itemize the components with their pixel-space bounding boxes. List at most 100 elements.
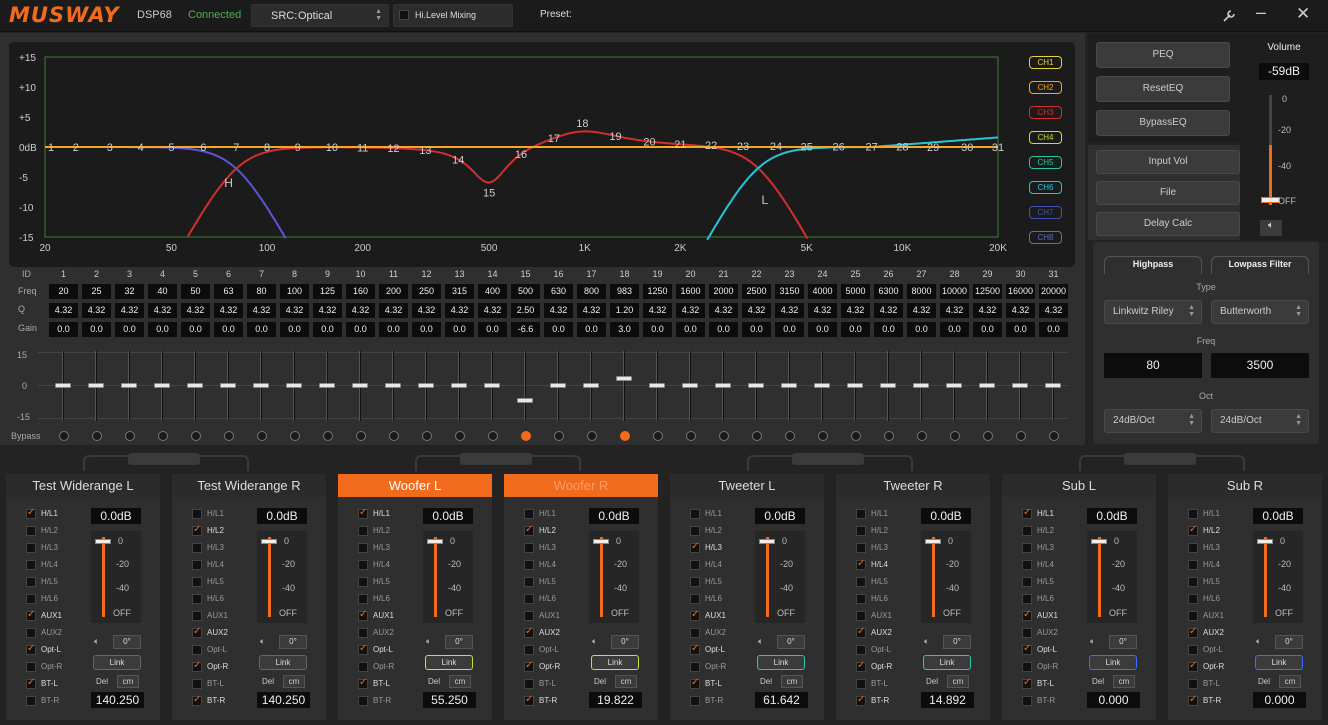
band-freq-input[interactable]: 5000 bbox=[841, 284, 870, 299]
channel-gain-value[interactable]: 0.0dB bbox=[921, 508, 971, 524]
channel-fader-knob[interactable] bbox=[759, 539, 775, 544]
band-marker[interactable]: 12 bbox=[387, 143, 399, 155]
band-slider-knob[interactable] bbox=[814, 383, 830, 388]
channel-fader-knob[interactable] bbox=[427, 539, 443, 544]
tab-lowpass[interactable]: Lowpass Filter bbox=[1211, 256, 1309, 274]
band-marker[interactable]: 19 bbox=[609, 131, 621, 143]
mute-speaker-icon[interactable]: 🔈︎ bbox=[1256, 636, 1272, 649]
band-slider-knob[interactable] bbox=[352, 383, 368, 388]
band-q-input[interactable]: 4.32 bbox=[676, 303, 705, 318]
band-slider-knob[interactable] bbox=[121, 383, 137, 388]
channel-button-ch1[interactable]: CH1 bbox=[1029, 56, 1062, 69]
band-slider-knob[interactable] bbox=[187, 383, 203, 388]
band-slider-knob[interactable] bbox=[1045, 383, 1061, 388]
phase-button[interactable]: 0° bbox=[1275, 635, 1303, 649]
phase-button[interactable]: 0° bbox=[445, 635, 473, 649]
reseteq-button[interactable]: ResetEQ bbox=[1096, 76, 1230, 102]
band-freq-input[interactable]: 160 bbox=[346, 284, 375, 299]
band-q-input[interactable]: 4.32 bbox=[1006, 303, 1035, 318]
band-q-input[interactable]: 4.32 bbox=[1039, 303, 1068, 318]
delay-unit-button[interactable]: cm bbox=[781, 675, 803, 688]
band-freq-input[interactable]: 32 bbox=[115, 284, 144, 299]
band-q-input[interactable]: 4.32 bbox=[874, 303, 903, 318]
channel-fader-track[interactable] bbox=[268, 537, 271, 617]
band-bypass-toggle[interactable] bbox=[950, 431, 960, 441]
band-slider-knob[interactable] bbox=[55, 383, 71, 388]
band-q-input[interactable]: 4.32 bbox=[742, 303, 771, 318]
band-gain-input[interactable]: 0.0 bbox=[247, 322, 276, 337]
band-gain-input[interactable]: 0.0 bbox=[544, 322, 573, 337]
link-button[interactable]: Link bbox=[923, 655, 971, 670]
lowpass-marker[interactable]: L bbox=[762, 193, 769, 207]
band-slider-knob[interactable] bbox=[253, 383, 269, 388]
band-marker[interactable]: 13 bbox=[419, 145, 431, 157]
band-slider-knob[interactable] bbox=[748, 383, 764, 388]
delay-unit-button[interactable]: cm bbox=[117, 675, 139, 688]
band-bypass-toggle[interactable] bbox=[686, 431, 696, 441]
band-slider-knob[interactable] bbox=[286, 383, 302, 388]
band-marker[interactable]: 24 bbox=[770, 141, 782, 153]
band-gain-input[interactable]: 0.0 bbox=[181, 322, 210, 337]
delay-value[interactable]: 0.000 bbox=[1253, 692, 1306, 708]
band-slider-knob[interactable] bbox=[451, 383, 467, 388]
channel-button-ch5[interactable]: CH5 bbox=[1029, 156, 1062, 169]
band-q-input[interactable]: 4.32 bbox=[214, 303, 243, 318]
band-bypass-toggle[interactable] bbox=[323, 431, 333, 441]
band-bypass-toggle[interactable] bbox=[851, 431, 861, 441]
band-gain-input[interactable]: 0.0 bbox=[577, 322, 606, 337]
delay-value[interactable]: 140.250 bbox=[91, 692, 144, 708]
channel-fader-track[interactable] bbox=[932, 537, 935, 617]
channel-fader-track[interactable] bbox=[766, 537, 769, 617]
link-button[interactable]: Link bbox=[1089, 655, 1137, 670]
band-freq-input[interactable]: 2500 bbox=[742, 284, 771, 299]
band-marker[interactable]: 30 bbox=[961, 142, 973, 154]
band-bypass-toggle[interactable] bbox=[92, 431, 102, 441]
band-q-input[interactable]: 1.20 bbox=[610, 303, 639, 318]
band-freq-input[interactable]: 100 bbox=[280, 284, 309, 299]
band-marker[interactable]: 3 bbox=[107, 142, 113, 154]
band-slider-knob[interactable] bbox=[847, 383, 863, 388]
band-bypass-toggle[interactable] bbox=[752, 431, 762, 441]
band-marker[interactable]: 15 bbox=[483, 188, 495, 200]
mute-speaker-icon[interactable]: 🔈︎ bbox=[426, 636, 442, 649]
band-freq-input[interactable]: 40 bbox=[148, 284, 177, 299]
channel-fader-knob[interactable] bbox=[95, 539, 111, 544]
channel-button-ch2[interactable]: CH2 bbox=[1029, 81, 1062, 94]
hp-oct-select[interactable]: 24dB/Oct ▲ ▼ bbox=[1104, 409, 1202, 433]
band-marker[interactable]: 2 bbox=[73, 142, 79, 154]
channel-gain-value[interactable]: 0.0dB bbox=[1253, 508, 1303, 524]
band-bypass-toggle[interactable] bbox=[257, 431, 267, 441]
band-freq-input[interactable]: 983 bbox=[610, 284, 639, 299]
link-button[interactable]: Link bbox=[259, 655, 307, 670]
link-button[interactable]: Link bbox=[591, 655, 639, 670]
band-slider-track[interactable] bbox=[623, 351, 625, 421]
phase-button[interactable]: 0° bbox=[113, 635, 141, 649]
band-q-input[interactable]: 4.32 bbox=[841, 303, 870, 318]
band-q-input[interactable]: 4.32 bbox=[907, 303, 936, 318]
band-marker[interactable]: 29 bbox=[927, 142, 939, 154]
mute-speaker-icon[interactable]: 🔈︎ bbox=[758, 636, 774, 649]
band-bypass-toggle[interactable] bbox=[422, 431, 432, 441]
band-q-input[interactable]: 4.32 bbox=[412, 303, 441, 318]
file-button[interactable]: File bbox=[1096, 181, 1240, 205]
band-freq-input[interactable]: 800 bbox=[577, 284, 606, 299]
band-marker[interactable]: 9 bbox=[295, 142, 301, 154]
channel-fader-knob[interactable] bbox=[593, 539, 609, 544]
band-q-input[interactable]: 2.50 bbox=[511, 303, 540, 318]
channel-name[interactable]: Woofer R bbox=[504, 474, 658, 497]
band-freq-input[interactable]: 10000 bbox=[940, 284, 969, 299]
band-slider-knob[interactable] bbox=[319, 383, 335, 388]
band-q-input[interactable]: 4.32 bbox=[445, 303, 474, 318]
band-slider-knob[interactable] bbox=[88, 383, 104, 388]
band-bypass-toggle[interactable] bbox=[884, 431, 894, 441]
band-bypass-toggle[interactable] bbox=[653, 431, 663, 441]
band-slider-knob[interactable] bbox=[1012, 383, 1028, 388]
phase-button[interactable]: 0° bbox=[777, 635, 805, 649]
channel-fader-track[interactable] bbox=[600, 537, 603, 617]
channel-fader-knob[interactable] bbox=[1257, 539, 1273, 544]
band-freq-input[interactable]: 50 bbox=[181, 284, 210, 299]
hp-type-select[interactable]: Linkwitz Riley ▲ ▼ bbox=[1104, 300, 1202, 324]
delay-unit-button[interactable]: cm bbox=[1279, 675, 1301, 688]
band-bypass-toggle[interactable] bbox=[1016, 431, 1026, 441]
band-gain-input[interactable]: 0.0 bbox=[709, 322, 738, 337]
